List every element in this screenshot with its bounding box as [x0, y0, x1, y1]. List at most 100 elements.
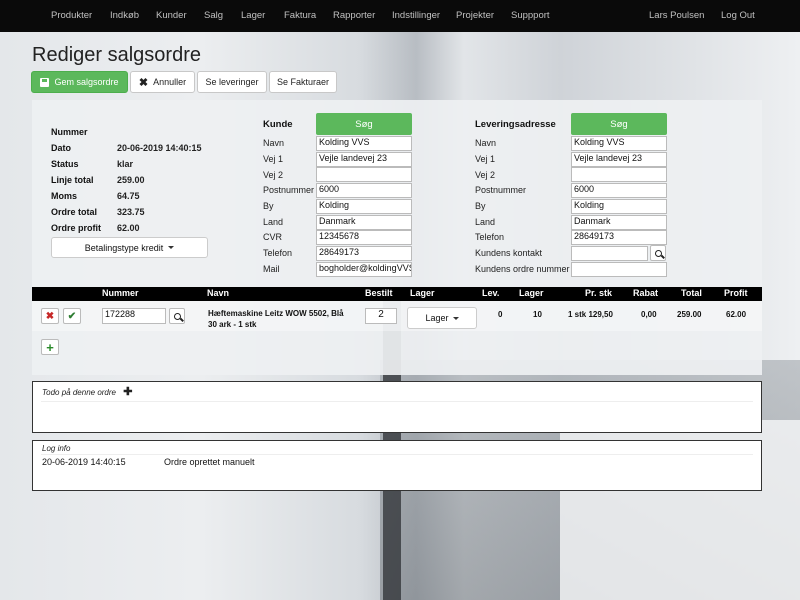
customer-search-button[interactable]: Søg — [316, 113, 412, 135]
customer-label-land: Land — [263, 217, 284, 227]
summary-label-ordre-profit: Ordre profit — [51, 223, 102, 233]
customer-label-vej2: Vej 2 — [263, 170, 284, 180]
delivery-label-postnummer: Postnummer — [475, 185, 527, 195]
log-title: Log info — [42, 444, 71, 453]
nav-kunder[interactable]: Kunder — [156, 10, 187, 21]
nav-faktura[interactable]: Faktura — [284, 10, 316, 21]
th-nummer: Nummer — [102, 288, 139, 298]
summary-value-dato: 20-06-2019 14:40:15 — [117, 143, 202, 153]
nav-user[interactable]: Lars Poulsen — [649, 10, 704, 21]
log-message: Ordre oprettet manuelt — [164, 457, 255, 467]
contact-search-button[interactable] — [650, 245, 666, 261]
delivery-order-number-input[interactable] — [571, 262, 667, 277]
th-lev: Lev. — [482, 288, 500, 298]
search-icon — [654, 249, 662, 257]
caret-down-icon — [168, 246, 175, 249]
customer-cvr-input[interactable]: 12345678 — [316, 230, 412, 245]
line-number-input[interactable]: 172288 — [102, 308, 166, 324]
customer-label-by: By — [263, 201, 274, 211]
line-ordered-input[interactable]: 2 — [365, 308, 397, 324]
stock-dropdown[interactable]: Lager — [407, 307, 477, 329]
delivery-label-navn: Navn — [475, 138, 497, 148]
delivery-name-input[interactable]: Kolding VVS — [571, 136, 667, 151]
nav-salg[interactable]: Salg — [204, 10, 223, 21]
delivery-phone-input[interactable]: 28649173 — [571, 230, 667, 245]
delivery-label-order-number: Kundens ordre nummer — [475, 264, 570, 274]
summary-label-linje-total: Linje total — [51, 175, 94, 185]
add-todo-icon[interactable]: ✚ — [123, 386, 132, 398]
log-divider — [41, 454, 753, 455]
customer-city-input[interactable]: Kolding — [316, 199, 412, 214]
caret-down-icon — [452, 316, 459, 320]
customer-street2-input[interactable] — [316, 167, 412, 182]
summary-value-ordre-total: 323.75 — [117, 207, 145, 217]
line-name-detail: 30 ark - 1 stk — [208, 320, 257, 329]
confirm-line-button[interactable]: ✔ — [63, 308, 81, 324]
log-date: 20-06-2019 14:40:15 — [42, 457, 126, 467]
customer-name-input[interactable]: Kolding VVS — [316, 136, 412, 151]
line-delivered: 0 — [498, 310, 503, 319]
save-order-button[interactable]: Gem salgsordre — [31, 71, 128, 93]
summary-value-moms: 64.75 — [117, 191, 140, 201]
delivery-search-button[interactable]: Søg — [571, 113, 667, 135]
log-box: Log info 20-06-2019 14:40:15 Ordre opret… — [32, 440, 762, 491]
page-title: Rediger salgsordre — [32, 44, 201, 66]
customer-label-vej1: Vej 1 — [263, 154, 284, 164]
th-bestilt: Bestilt — [365, 288, 393, 298]
add-line-button[interactable]: + — [41, 339, 59, 355]
todo-box: Todo på denne ordre ✚ — [32, 381, 762, 433]
summary-value-ordre-profit: 62.00 — [117, 223, 140, 233]
line-price: 1 stk 129,50 — [568, 310, 613, 319]
close-icon: ✖ — [138, 76, 149, 89]
customer-country-input[interactable]: Danmark — [316, 215, 412, 230]
summary-label-ordre-total: Ordre total — [51, 207, 98, 217]
th-rabat: Rabat — [633, 288, 659, 298]
summary-label-moms: Moms — [51, 191, 78, 201]
todo-divider — [41, 401, 753, 402]
nav-indstillinger[interactable]: Indstillinger — [392, 10, 440, 21]
delivery-title: Leveringsadresse — [475, 119, 556, 130]
save-icon — [40, 77, 50, 87]
cancel-button[interactable]: ✖ Annuller — [130, 71, 195, 93]
nav-produkter[interactable]: Produkter — [51, 10, 92, 21]
delivery-zip-input[interactable]: 6000 — [571, 183, 667, 198]
th-navn: Navn — [207, 288, 230, 298]
line-name: Hæftemaskine Leitz WOW 5502, Blå — [208, 309, 344, 318]
summary-label-status: Status — [51, 159, 79, 169]
nav-lager[interactable]: Lager — [241, 10, 265, 21]
payment-type-dropdown[interactable]: Betalingstype kredit — [51, 237, 208, 258]
delivery-country-input[interactable]: Danmark — [571, 215, 667, 230]
delivery-city-input[interactable]: Kolding — [571, 199, 667, 214]
delivery-street2-input[interactable] — [571, 167, 667, 182]
delete-icon: ✖ — [45, 310, 55, 322]
nav-support[interactable]: Suppport — [511, 10, 550, 21]
customer-label-navn: Navn — [263, 138, 285, 148]
customer-phone-input[interactable]: 28649173 — [316, 246, 412, 261]
customer-street1-input[interactable]: Vejle landevej 23 — [316, 152, 412, 167]
view-deliveries-button[interactable]: Se leveringer — [197, 71, 267, 93]
customer-zip-input[interactable]: 6000 — [316, 183, 412, 198]
th-total: Total — [681, 288, 702, 298]
delivery-label-contact: Kundens kontakt — [475, 248, 543, 258]
nav-indkob[interactable]: Indkøb — [110, 10, 139, 21]
delivery-contact-input[interactable] — [571, 246, 648, 261]
line-total: 259.00 — [677, 310, 702, 319]
customer-mail-input[interactable]: bogholder@koldingVVS — [316, 262, 412, 277]
delivery-label-by: By — [475, 201, 486, 211]
th-lager-count: Lager — [519, 288, 544, 298]
check-icon: ✔ — [67, 310, 77, 322]
nav-logout[interactable]: Log Out — [721, 10, 755, 21]
nav-projekter[interactable]: Projekter — [456, 10, 494, 21]
top-navbar: Produkter Indkøb Kunder Salg Lager Faktu… — [0, 0, 800, 32]
view-invoices-button[interactable]: Se Fakturaer — [269, 71, 337, 93]
summary-label-nummer: Nummer — [51, 127, 88, 137]
delivery-street1-input[interactable]: Vejle landevej 23 — [571, 152, 667, 167]
line-search-button[interactable] — [169, 308, 185, 324]
delete-line-button[interactable]: ✖ — [41, 308, 59, 324]
line-stock: 10 — [533, 310, 542, 319]
nav-rapporter[interactable]: Rapporter — [333, 10, 375, 21]
todo-title: Todo på denne ordre ✚ — [42, 386, 133, 398]
summary-label-dato: Dato — [51, 143, 71, 153]
line-profit: 62.00 — [726, 310, 747, 319]
customer-title: Kunde — [263, 119, 293, 130]
